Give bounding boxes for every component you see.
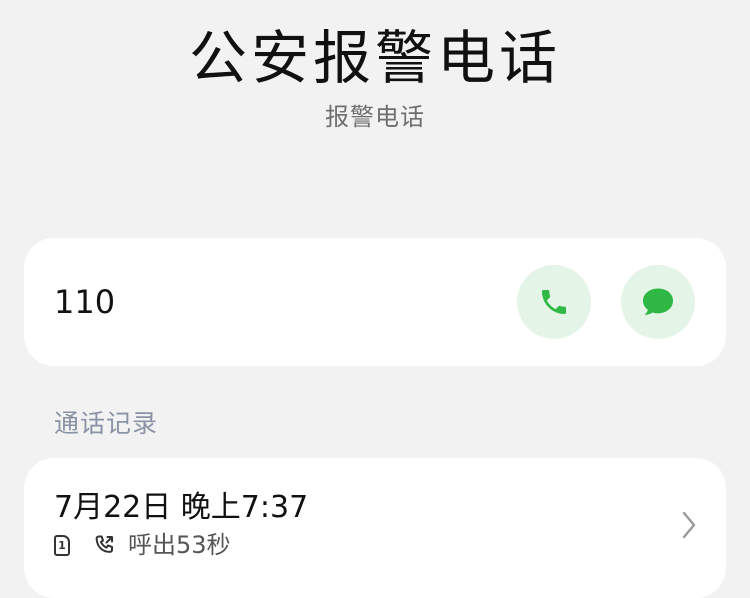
- number-card: 110: [24, 238, 726, 366]
- phone-icon: [542, 290, 566, 314]
- call-log-meta: 1 呼出53秒: [54, 530, 231, 560]
- page-title: 公安报警电话: [188, 24, 561, 92]
- call-button[interactable]: [517, 265, 591, 339]
- phone-number[interactable]: 110: [54, 282, 115, 322]
- page-subtitle: 报警电话: [325, 103, 425, 131]
- call-log-type: 呼出53秒: [128, 531, 231, 559]
- chevron-right-icon[interactable]: [680, 510, 698, 540]
- outgoing-call-icon: [95, 535, 113, 553]
- call-log-datetime: 7月22日 晚上7:37: [54, 490, 309, 525]
- message-bubble-icon: [642, 288, 674, 315]
- sim-1-icon: 1: [54, 534, 70, 556]
- call-log-section-label: 通话记录: [54, 409, 159, 438]
- call-log-entry[interactable]: 7月22日 晚上7:37 1 呼出53秒: [24, 458, 726, 598]
- message-button[interactable]: [621, 265, 695, 339]
